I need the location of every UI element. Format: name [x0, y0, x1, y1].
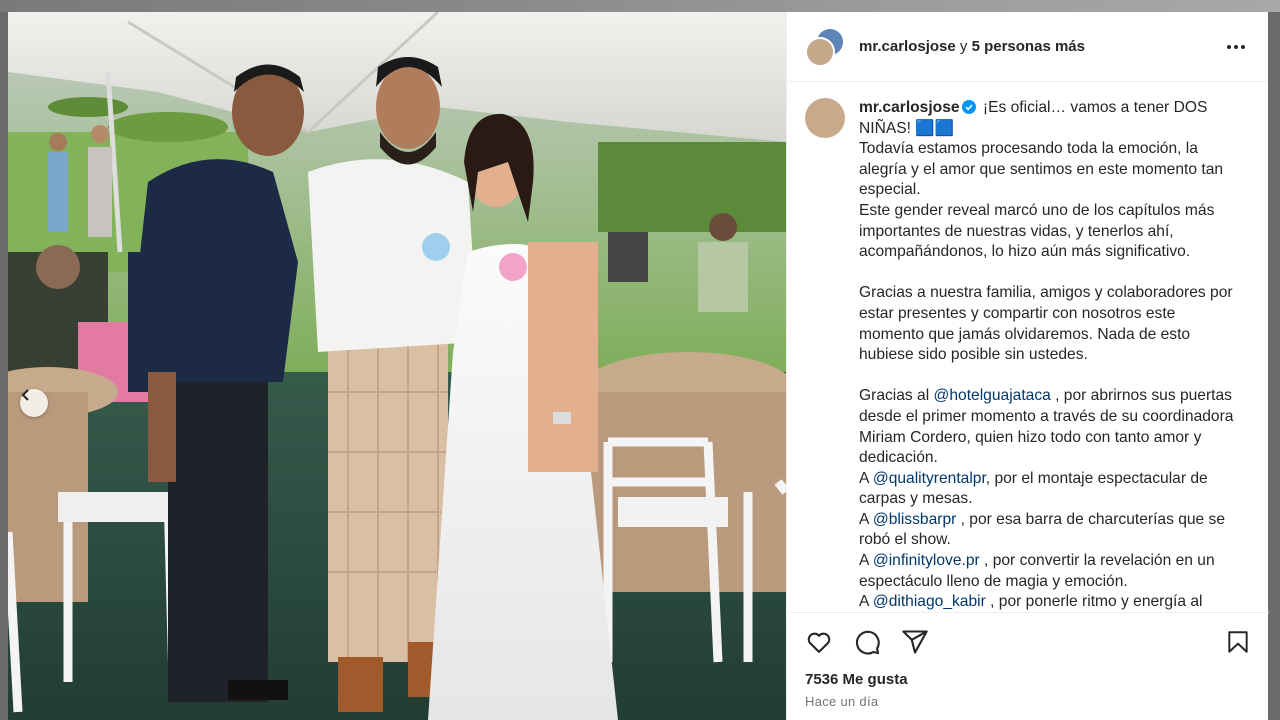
- share-button[interactable]: [901, 628, 929, 656]
- caption-line: mr.carlosjose ¡Es oficial… vamos a tener…: [859, 98, 1239, 139]
- caption-text-run: A: [859, 510, 873, 528]
- header-conjunction: y: [955, 38, 972, 55]
- carousel-previous-button[interactable]: [20, 389, 48, 417]
- comment-button[interactable]: [853, 628, 881, 656]
- caption-line: A @infinitylove.pr , por convertir la re…: [859, 551, 1239, 592]
- caption-line: A @dithiago_kabir , por ponerle ritmo y …: [859, 592, 1239, 612]
- mention-link[interactable]: @hotelguajataca: [934, 387, 1051, 404]
- caption-line: A @blissbarpr , por esa barra de charcut…: [859, 510, 1239, 551]
- caption-text-run: Todavía estamos procesando toda la emoci…: [859, 140, 1224, 199]
- comment-icon: [855, 630, 880, 655]
- mention-link[interactable]: @dithiago_kabir: [873, 593, 986, 610]
- post-modal: mr.carlosjose y 5 personas más mr.carlos…: [8, 12, 1269, 720]
- post-owners: mr.carlosjose y 5 personas más: [859, 38, 1085, 55]
- caption-text-run: Este gender reveal marcó uno de los capí…: [859, 201, 1215, 261]
- likes-count[interactable]: 7536 Me gusta: [805, 671, 1251, 688]
- post-actions: 7536 Me gusta Hace un día: [787, 612, 1269, 720]
- heart-icon: [807, 632, 831, 653]
- header-others-link[interactable]: 5 personas más: [972, 38, 1085, 55]
- avatar: [805, 36, 835, 67]
- caption-paragraph-gap: [859, 263, 1239, 284]
- save-button[interactable]: [1225, 629, 1251, 655]
- caption-paragraph-gap: [859, 366, 1239, 387]
- post-side-panel: mr.carlosjose y 5 personas más mr.carlos…: [786, 12, 1269, 720]
- header-username-link[interactable]: mr.carlosjose: [859, 38, 956, 55]
- bookmark-icon: [1228, 631, 1248, 653]
- caption-area: mr.carlosjose ¡Es oficial… vamos a tener…: [787, 82, 1269, 612]
- caption-text-run: A: [859, 593, 873, 611]
- caption-line: Gracias al @hotelguajataca , por abrirno…: [859, 386, 1239, 468]
- mention-link[interactable]: @infinitylove.pr: [873, 552, 980, 569]
- caption-text-run: Gracias a nuestra familia, amigos y cola…: [859, 284, 1233, 364]
- backdrop-strip: [0, 0, 1280, 12]
- action-row: [805, 627, 1251, 657]
- post-photo: [8, 12, 786, 720]
- photo-illustration: [8, 12, 786, 720]
- caption-line: Gracias a nuestra familia, amigos y cola…: [859, 283, 1239, 365]
- more-dot: [1234, 44, 1238, 49]
- caption-text-run: A: [859, 469, 873, 487]
- mention-link[interactable]: @blissbarpr: [873, 511, 956, 528]
- paper-plane-icon: [902, 630, 928, 654]
- caption-line: A @qualityrentalpr, por el montaje espec…: [859, 469, 1239, 510]
- caption-text-run: Gracias al: [859, 387, 934, 405]
- post-timestamp[interactable]: Hace un día: [805, 694, 1251, 709]
- more-options-button[interactable]: [1222, 33, 1250, 61]
- caption-line: Todavía estamos procesando toda la emoci…: [859, 139, 1239, 201]
- verified-badge-icon: [961, 100, 976, 114]
- more-dot: [1227, 44, 1231, 49]
- post-header: mr.carlosjose y 5 personas más: [787, 12, 1268, 82]
- more-dot: [1241, 44, 1245, 49]
- caption-username-link[interactable]: mr.carlosjose: [859, 99, 960, 116]
- collab-avatars[interactable]: [805, 26, 845, 67]
- caption-avatar[interactable]: [805, 98, 845, 138]
- caption-text-run: , por ponerle ritmo y energía al: [985, 593, 1203, 611]
- mention-link[interactable]: @qualityrentalpr: [873, 470, 986, 487]
- caption-text-run: A: [859, 552, 873, 570]
- chevron-left-icon: [21, 389, 29, 401]
- like-button[interactable]: [805, 628, 833, 656]
- caption-text: mr.carlosjose ¡Es oficial… vamos a tener…: [859, 98, 1239, 612]
- caption-line: Este gender reveal marcó uno de los capí…: [859, 201, 1239, 263]
